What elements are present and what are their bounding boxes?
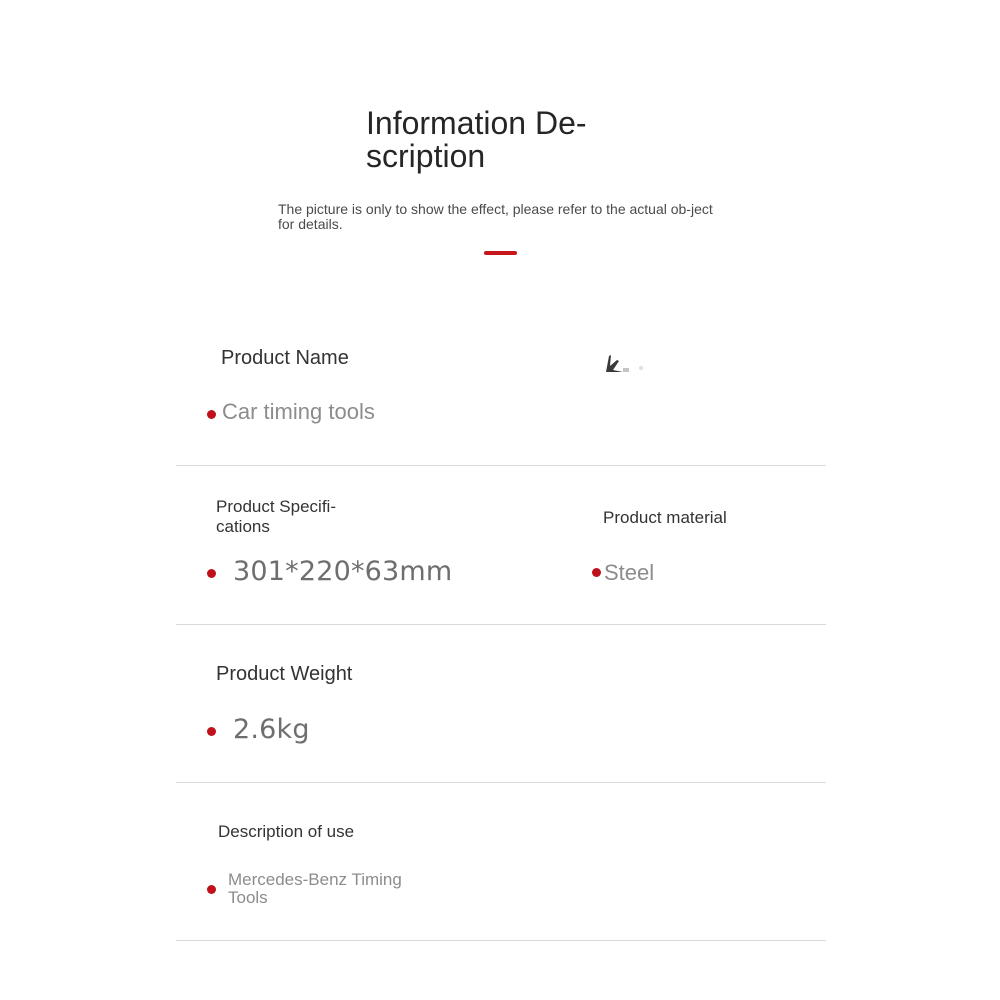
divider: [176, 940, 826, 941]
divider: [176, 782, 826, 783]
product-thumbnail-image: [606, 355, 643, 372]
specifications-label: Product Specifi-cations: [216, 497, 336, 536]
divider: [176, 465, 826, 466]
bullet-icon: [207, 885, 216, 894]
material-value: Steel: [604, 560, 655, 585]
product-name-value: Car timing tools: [222, 399, 375, 424]
divider: [176, 624, 826, 625]
weight-value: 2.6kg: [233, 714, 310, 745]
page-title: Information De-scription: [366, 105, 587, 174]
accent-bar: [484, 251, 517, 255]
bullet-icon: [592, 568, 601, 577]
material-label: Product material: [603, 508, 727, 527]
weight-label: Product Weight: [216, 663, 353, 685]
bullet-icon: [207, 410, 216, 419]
page-subtitle: The picture is only to show the effect, …: [278, 201, 713, 232]
bullet-icon: [207, 727, 216, 736]
product-name-label: Product Name: [221, 347, 349, 369]
description-label: Description of use: [218, 822, 355, 841]
description-value: Mercedes-Benz Timing Tools: [228, 870, 402, 907]
bullet-icon: [207, 569, 216, 578]
specifications-value: 301*220*63mm: [233, 556, 453, 587]
